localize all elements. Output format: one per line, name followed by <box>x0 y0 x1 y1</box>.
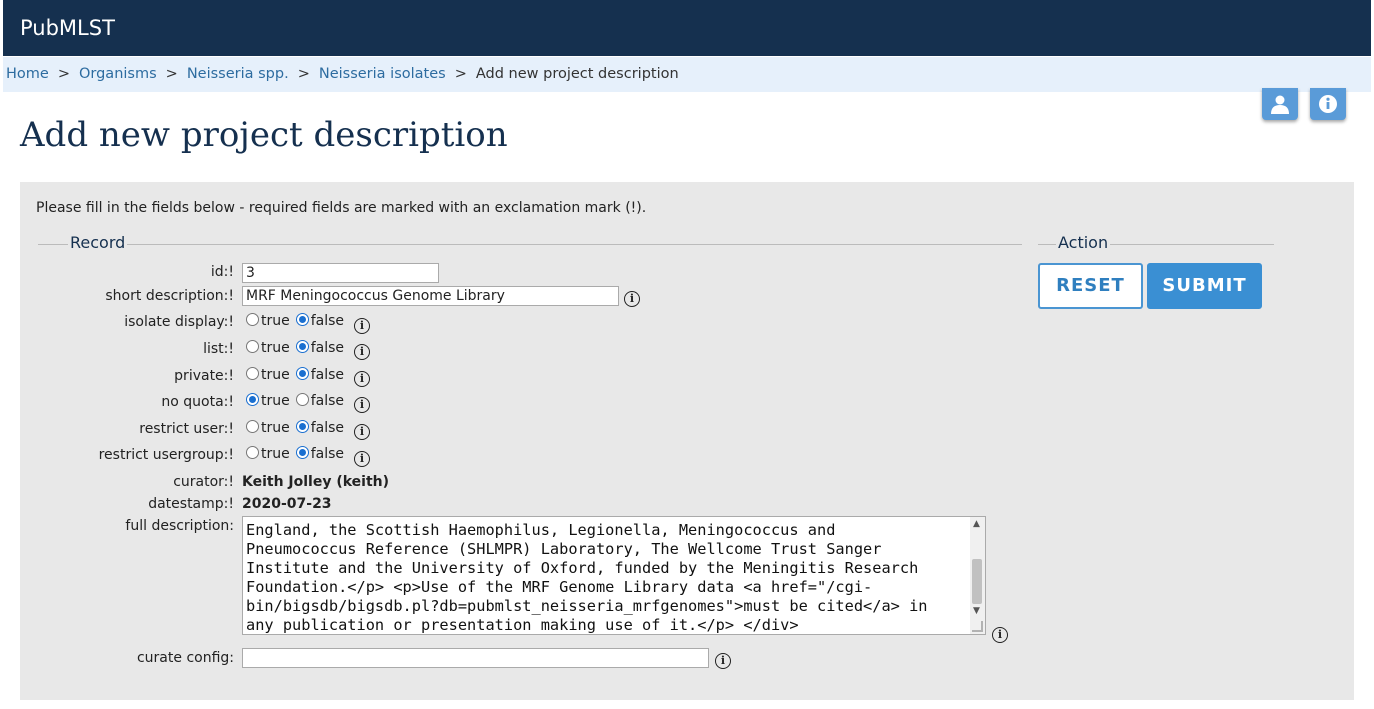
user-button[interactable] <box>1262 88 1298 120</box>
curate-config-label: curate config: <box>136 650 234 666</box>
no-quota-false-radio[interactable] <box>295 393 309 406</box>
page-title: Add new project description <box>20 115 508 155</box>
resize-grip-icon[interactable] <box>972 621 983 632</box>
restrict-user-radios: true false <box>246 420 350 436</box>
private-true-radio[interactable] <box>246 367 259 380</box>
breadcrumb-organisms[interactable]: Organisms <box>79 66 157 82</box>
list-true-radio[interactable] <box>246 340 259 353</box>
radio-false-label: false <box>310 340 345 356</box>
isolate-display-false-radio[interactable] <box>295 313 309 326</box>
curator-value: Keith Jolley (keith) <box>242 474 390 490</box>
info-icon[interactable]: i <box>354 397 370 413</box>
no-quota-true-radio[interactable] <box>246 393 259 406</box>
radio-false-label: false <box>310 367 345 383</box>
restrict-usergroup-true-radio[interactable] <box>246 446 259 459</box>
info-icon[interactable]: i <box>354 451 370 467</box>
datestamp-value: 2020-07-23 <box>242 496 332 512</box>
radio-true-label: true <box>261 367 290 383</box>
action-legend: Action <box>1056 233 1111 252</box>
info-icon[interactable]: i <box>354 371 370 387</box>
no-quota-label: no quota:! <box>161 394 234 410</box>
id-label: id:! <box>210 264 234 280</box>
breadcrumb-separator: > <box>57 66 70 82</box>
full-description-text: England, the Scottish Haemophilus, Legio… <box>246 521 928 634</box>
about-button[interactable] <box>1310 88 1346 120</box>
site-title[interactable]: PubMLST <box>20 16 115 40</box>
submit-button[interactable]: SUBMIT <box>1147 263 1262 309</box>
curator-label: curator:! <box>173 474 234 490</box>
restrict-user-true-radio[interactable] <box>246 420 259 433</box>
restrict-user-false-radio[interactable] <box>295 420 309 433</box>
isolate-display-radios: true false <box>246 313 350 329</box>
breadcrumb-separator: > <box>165 66 178 82</box>
breadcrumb-separator: > <box>297 66 310 82</box>
info-icon[interactable]: i <box>354 344 370 360</box>
full-description-label: full description: <box>125 518 234 534</box>
short-description-label: short description:! <box>105 288 234 304</box>
isolate-display-true-radio[interactable] <box>246 313 259 326</box>
header-bar: PubMLST <box>3 0 1371 56</box>
info-icon <box>1319 95 1337 113</box>
breadcrumb-neisseria-spp[interactable]: Neisseria spp. <box>187 66 289 82</box>
private-label: private:! <box>174 368 234 384</box>
scrollbar-thumb[interactable] <box>972 559 982 604</box>
form-intro: Please fill in the fields below - requir… <box>36 200 647 216</box>
list-false-radio[interactable] <box>295 340 309 353</box>
radio-false-label: false <box>310 446 345 462</box>
breadcrumb-neisseria-isolates[interactable]: Neisseria isolates <box>319 66 446 82</box>
reset-button[interactable]: RESET <box>1038 263 1143 309</box>
private-radios: true false <box>246 367 350 383</box>
breadcrumb-home[interactable]: Home <box>6 66 49 82</box>
id-field[interactable]: 3 <box>242 263 439 283</box>
radio-false-label: false <box>310 313 345 329</box>
restrict-usergroup-radios: true false <box>246 446 350 462</box>
radio-false-label: false <box>310 393 345 409</box>
radio-true-label: true <box>261 313 290 329</box>
info-icon[interactable]: i <box>354 318 370 334</box>
radio-false-label: false <box>310 420 345 436</box>
no-quota-radios: true false <box>246 393 350 409</box>
breadcrumb: Home > Organisms > Neisseria spp. > Neisseria … <box>3 57 1371 92</box>
info-icon[interactable]: i <box>354 424 370 440</box>
radio-true-label: true <box>261 340 290 356</box>
radio-true-label: true <box>261 446 290 462</box>
scroll-down-icon[interactable]: ▼ <box>973 606 980 616</box>
form-panel: Please fill in the fields below - requir… <box>20 182 1354 700</box>
breadcrumb-current: Add new project description <box>475 66 679 82</box>
info-icon[interactable]: i <box>992 627 1008 643</box>
scroll-up-icon[interactable]: ▲ <box>973 519 980 529</box>
textarea-scrollbar[interactable]: ▲ ▼ <box>970 517 985 634</box>
user-icon <box>1271 95 1289 114</box>
isolate-display-label: isolate display:! <box>124 314 234 330</box>
radio-true-label: true <box>261 393 290 409</box>
short-description-field[interactable]: MRF Meningococcus Genome Library <box>242 286 619 306</box>
private-false-radio[interactable] <box>295 367 309 380</box>
record-legend: Record <box>68 233 128 252</box>
info-icon[interactable]: i <box>624 291 640 307</box>
full-description-textarea[interactable]: England, the Scottish Haemophilus, Legio… <box>242 516 986 635</box>
list-label: list:! <box>203 341 234 357</box>
breadcrumb-separator: > <box>454 66 467 82</box>
radio-true-label: true <box>261 420 290 436</box>
restrict-usergroup-label: restrict usergroup:! <box>98 447 234 463</box>
record-fieldset-border <box>38 244 1022 245</box>
datestamp-label: datestamp:! <box>148 496 234 512</box>
curate-config-field[interactable] <box>242 648 709 668</box>
list-radios: true false <box>246 340 350 356</box>
restrict-usergroup-false-radio[interactable] <box>295 446 309 459</box>
info-icon[interactable]: i <box>715 653 731 669</box>
restrict-user-label: restrict user:! <box>139 421 234 437</box>
